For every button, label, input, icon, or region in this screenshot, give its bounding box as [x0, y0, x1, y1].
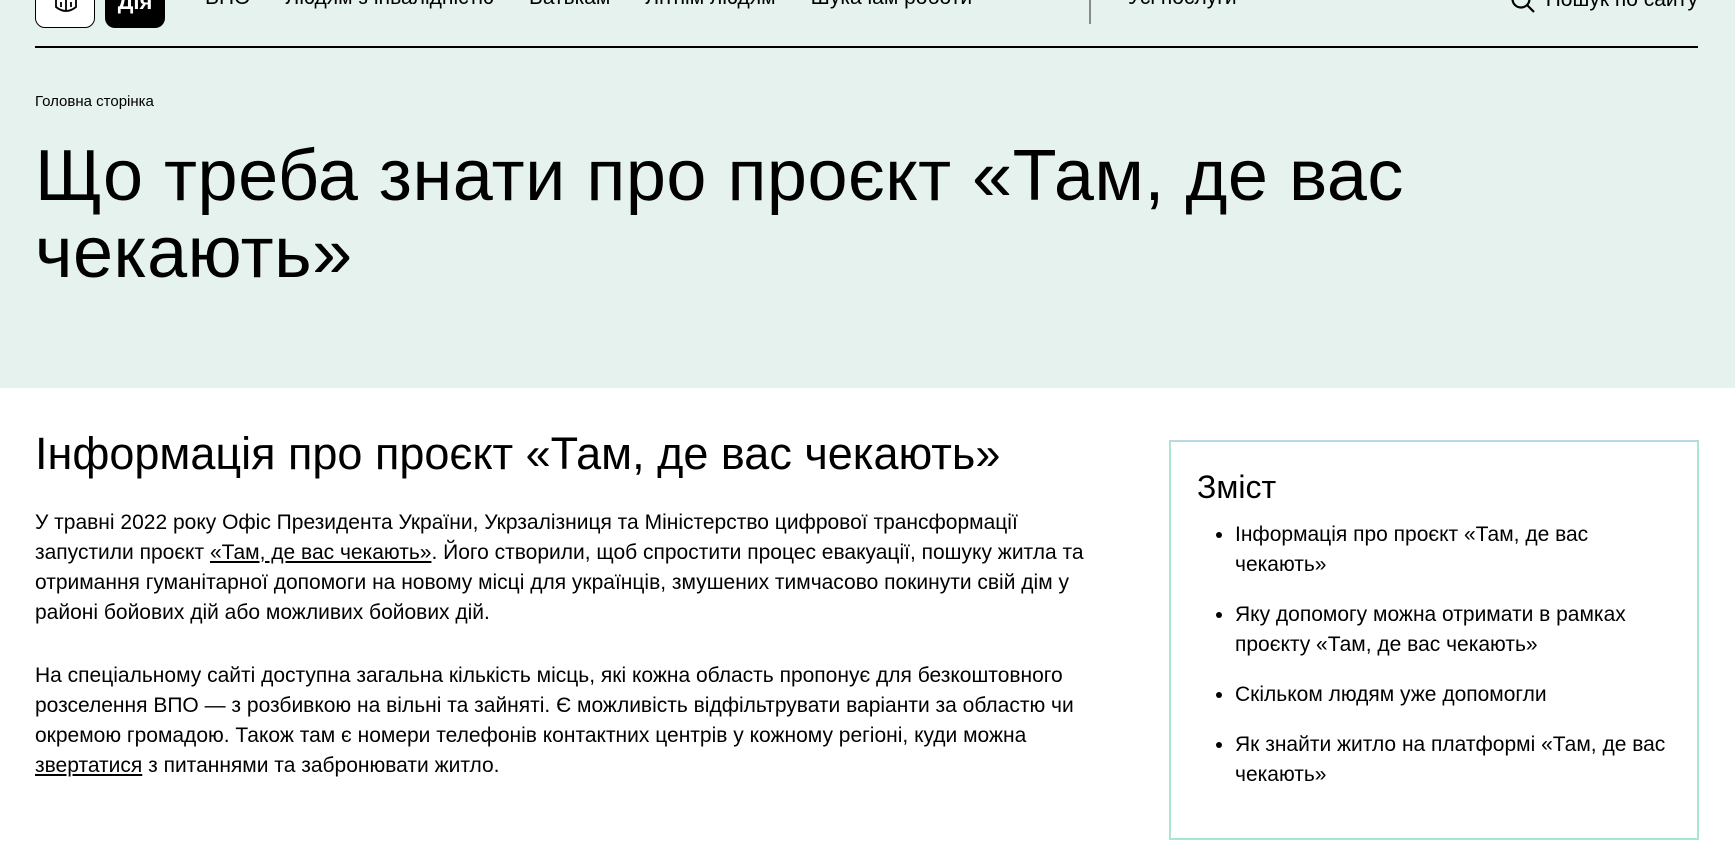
paragraph-2: На спеціальному сайті доступна загальна … [35, 661, 1120, 781]
breadcrumb-home[interactable]: Головна сторінка [35, 93, 154, 110]
diia-logo-button[interactable]: Дія [105, 0, 165, 28]
section-title: Інформація про проєкт «Там, де вас чекаю… [35, 428, 1001, 479]
main-nav: ВПО Людям з інвалідністю Батькам Літнім … [205, 0, 972, 10]
hero-section: Дія ВПО Людям з інвалідністю Батькам Літ… [0, 0, 1735, 388]
article-content: Інформація про проєкт «Там, де вас чекаю… [35, 428, 1120, 814]
project-link[interactable]: «Там, де вас чекають» [210, 541, 432, 564]
toc-item-project-info[interactable]: Інформація про проєкт «Там, де вас чекаю… [1235, 520, 1671, 580]
toc-title: Зміст [1197, 469, 1277, 505]
page-title: Що треба знати про проєкт «Там, де вас ч… [35, 136, 1404, 293]
nav-item-parents[interactable]: Батькам [529, 0, 610, 10]
toc-list: Інформація про проєкт «Там, де вас чекаю… [1197, 520, 1671, 790]
nav-item-elderly[interactable]: Літнім людям [645, 0, 775, 10]
paragraph-2-text-start: На спеціальному сайті доступна загальна … [35, 664, 1074, 747]
nav-item-disability[interactable]: Людям з інвалідністю [285, 0, 494, 10]
toc-item-people-helped[interactable]: Скільком людям уже допомогли [1235, 680, 1671, 710]
nav-item-vpo[interactable]: ВПО [205, 0, 250, 10]
nav-item-job-seekers[interactable]: Шукачам роботи [811, 0, 972, 10]
search-label: Пошук по сайту [1546, 0, 1698, 12]
table-of-contents: Зміст Інформація про проєкт «Там, де вас… [1169, 440, 1699, 840]
diia-logo-text: Дія [117, 0, 153, 14]
search-button[interactable]: Пошук по сайту [1510, 0, 1698, 14]
nav-item-all-services[interactable]: Усі послуги [1128, 0, 1237, 10]
contact-link[interactable]: звертатися [35, 754, 142, 777]
paragraph-2-text-end: з питаннями та забронювати житло. [142, 754, 500, 777]
paragraph-1: У травні 2022 року Офіс Президента Украї… [35, 508, 1120, 628]
trident-icon [55, 0, 77, 12]
search-icon [1511, 0, 1535, 13]
toc-item-find-housing[interactable]: Як знайти житло на платформі «Там, де ва… [1235, 730, 1671, 790]
trident-logo-button[interactable] [35, 0, 95, 28]
top-navigation: Дія ВПО Людям з інвалідністю Батькам Літ… [35, 0, 1698, 48]
toc-item-assistance[interactable]: Яку допомогу можна отримати в рамках про… [1235, 600, 1671, 660]
nav-divider [1089, 0, 1091, 24]
